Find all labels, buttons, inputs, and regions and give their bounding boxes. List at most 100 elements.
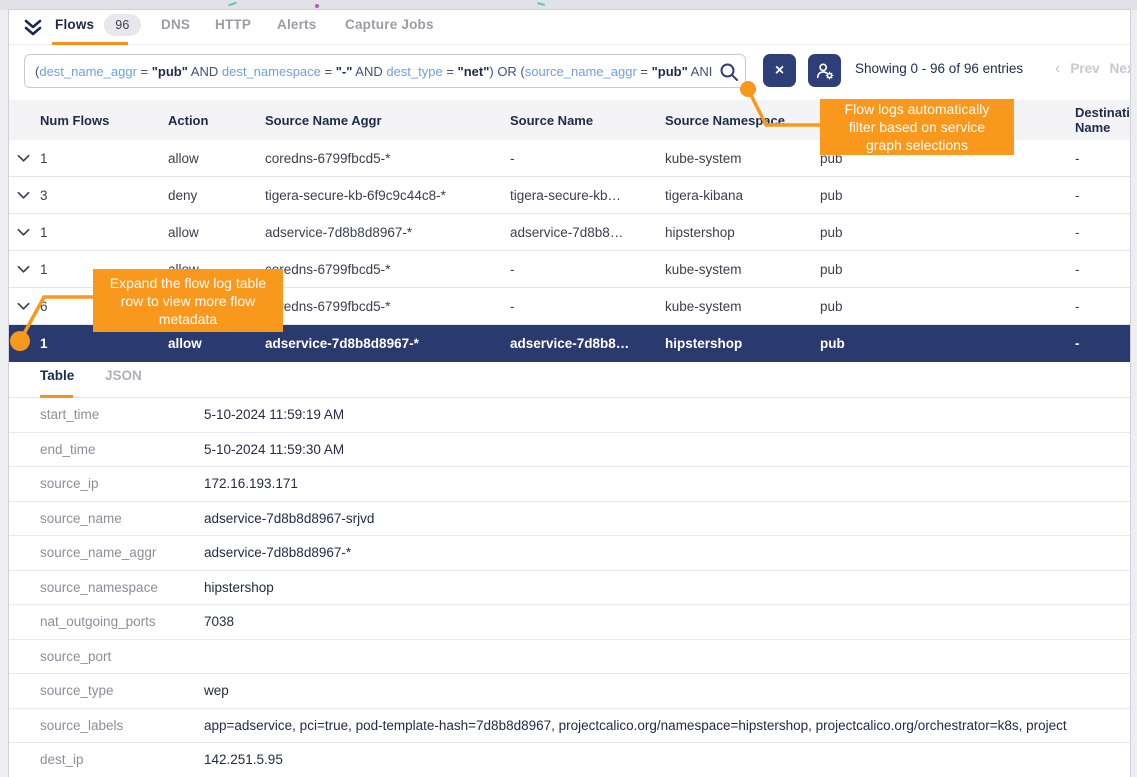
detail-value: 142.251.5.95: [204, 752, 283, 767]
cell-dest_name: -: [1075, 299, 1130, 314]
tab-capture-jobs[interactable]: Capture Jobs: [345, 10, 434, 44]
clear-filter-button[interactable]: ×: [763, 54, 796, 87]
query-segment: ANI: [688, 64, 713, 79]
detail-value: 5-10-2024 11:59:19 AM: [204, 407, 344, 422]
row-expand-chevron-icon[interactable]: [14, 265, 40, 274]
detail-row: nat_outgoing_ports7038: [9, 605, 1130, 640]
next-button[interactable]: Next: [1110, 61, 1131, 76]
flow-table-row[interactable]: 1allowadservice-7d8b8d8967-*adservice-7d…: [9, 214, 1130, 251]
detail-row: dest_ip142.251.5.95: [9, 743, 1130, 777]
cell-dest_name: -: [1075, 262, 1130, 277]
cell-dest_aggr: pub: [820, 299, 1075, 314]
detail-key: dest_ip: [9, 752, 204, 767]
search-icon[interactable]: [719, 62, 739, 82]
cell-src_ns: tigera-kibana: [665, 188, 820, 203]
detail-key: source_name: [9, 511, 204, 526]
detail-row: source_ip172.16.193.171: [9, 467, 1130, 502]
cell-src_ns: hipstershop: [665, 336, 820, 351]
cell-dest_aggr: pub: [820, 188, 1075, 203]
user-settings-button[interactable]: [808, 54, 841, 87]
query-segment: =: [137, 64, 152, 79]
cell-dest_name: -: [1075, 151, 1130, 166]
detail-key: source_name_aggr: [9, 545, 204, 560]
row-expand-chevron-icon[interactable]: [14, 302, 40, 311]
cell-action: allow: [168, 225, 265, 240]
user-gear-icon: [815, 61, 835, 81]
cell-src_name: tigera-secure-kb…: [510, 188, 665, 203]
query-segment: source_name_aggr: [525, 64, 637, 79]
column-header: Source Name: [510, 113, 665, 128]
detail-value: adservice-7d8b8d8967-srjvd: [204, 511, 374, 526]
cell-src_ns: kube-system: [665, 299, 820, 314]
active-tab-underline: [52, 42, 128, 45]
cell-src_name: -: [510, 151, 665, 166]
flow-table-row[interactable]: 3denytigera-secure-kb-6f9c9c44c8-*tigera…: [9, 177, 1130, 214]
pagination-summary: Showing 0 - 96 of 96 entries: [855, 61, 1023, 76]
cell-src_ns: hipstershop: [665, 225, 820, 240]
detail-row: source_labelsapp=adservice, pci=true, po…: [9, 709, 1130, 744]
collapse-panel-icon[interactable]: [22, 17, 44, 39]
column-header: Num Flows: [40, 113, 168, 128]
detail-key: nat_outgoing_ports: [9, 614, 204, 629]
query-segment: =: [637, 64, 652, 79]
row-expand-chevron-icon[interactable]: [14, 154, 40, 163]
flow-filter-query-input[interactable]: (dest_name_aggr = "pub" AND dest_namespa…: [24, 54, 746, 88]
cell-dest_name: -: [1075, 188, 1130, 203]
cell-src_aggr: tigera-secure-kb-6f9c9c44c8-*: [265, 188, 510, 203]
tab-flows[interactable]: Flows 96: [55, 10, 141, 44]
cell-num: 1: [40, 225, 168, 240]
detail-value: adservice-7d8b8d8967-*: [204, 545, 351, 560]
column-header: Destination Name: [1075, 105, 1130, 135]
tab-http[interactable]: HTTP: [215, 10, 251, 44]
detail-value: hipstershop: [204, 580, 274, 595]
detail-key: source_port: [9, 649, 204, 664]
flow-detail-fields: start_time5-10-2024 11:59:19 AM end_time 5…: [9, 398, 1130, 777]
column-header: Action: [168, 113, 265, 128]
detail-row: source_typewep: [9, 674, 1130, 709]
query-segment: "pub": [652, 64, 688, 79]
detail-row: source_namespacehipstershop: [9, 571, 1130, 606]
cell-src_name: adservice-7d8b8…: [510, 336, 665, 351]
graph-edge-fragment: [537, 2, 545, 6]
query-segment: dest_namespace: [222, 64, 321, 79]
expand-hint-tooltip: Expand the flow log table row to view mo…: [93, 269, 283, 332]
cell-src_ns: kube-system: [665, 262, 820, 277]
prev-button[interactable]: Prev: [1070, 61, 1099, 76]
tab-flows-label: Flows: [55, 17, 94, 32]
query-segment: dest_type: [386, 64, 442, 79]
column-header: Source Namespace: [665, 113, 820, 128]
detail-value: app=adservice, pci=true, pod-template-ha…: [204, 718, 1067, 733]
graph-node-fragment: [315, 4, 319, 8]
cell-src_aggr: adservice-7d8b8d8967-*: [265, 336, 510, 351]
tab-alerts[interactable]: Alerts: [277, 10, 316, 44]
query-segment: "net": [458, 64, 490, 79]
query-segment: dest_name_aggr: [39, 64, 137, 79]
cell-dest_aggr: pub: [820, 225, 1075, 240]
prev-chevron-icon[interactable]: ‹: [1055, 61, 1060, 76]
flows-count-badge: 96: [104, 14, 140, 36]
flow-logs-screen: Flows 96 DNS HTTP Alerts Capture Jobs (de…: [0, 0, 1137, 777]
graph-edge-fragment: [228, 2, 237, 7]
cell-num: 3: [40, 188, 168, 203]
detail-key: start_time: [9, 407, 204, 422]
detail-row: start_time5-10-2024 11:59:19 AM: [9, 398, 1130, 433]
cell-dest_aggr: pub: [820, 336, 1075, 351]
log-type-tabbar: Flows 96 DNS HTTP Alerts Capture Jobs: [9, 10, 1130, 45]
detail-row: source_port: [9, 640, 1130, 675]
cell-src_aggr: coredns-6799fbcd5-*: [265, 262, 510, 277]
query-segment: =: [443, 64, 458, 79]
detail-value: wep: [204, 683, 229, 698]
detail-key: source_namespace: [9, 580, 204, 595]
detail-tab-json[interactable]: JSON: [105, 368, 142, 383]
row-expand-chevron-icon[interactable]: [14, 191, 40, 200]
detail-key: end_time: [9, 442, 204, 457]
query-segment: "pub": [152, 64, 188, 79]
cell-action: allow: [168, 336, 265, 351]
detail-tab-table[interactable]: Table: [40, 368, 74, 383]
tab-dns[interactable]: DNS: [161, 10, 190, 44]
row-expand-chevron-icon[interactable]: [14, 228, 40, 237]
query-segment: =: [321, 64, 336, 79]
cell-action: deny: [168, 188, 265, 203]
cell-src_name: -: [510, 299, 665, 314]
cell-src_ns: kube-system: [665, 151, 820, 166]
